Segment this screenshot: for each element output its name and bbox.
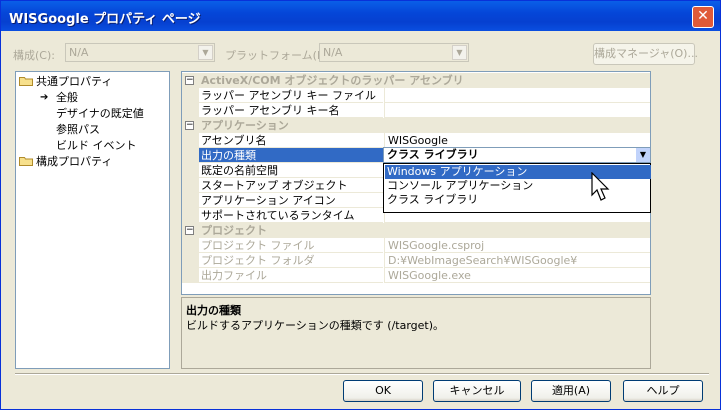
collapse-icon[interactable]: − xyxy=(185,76,194,85)
close-icon: ✕ xyxy=(697,8,709,24)
platform-label: プラットフォーム(P): xyxy=(225,49,332,62)
category-activex[interactable]: − ActiveX/COM オブジェクトのラッパー アセンブリ xyxy=(182,73,650,88)
ok-button[interactable]: OK xyxy=(343,380,423,402)
folder-icon xyxy=(19,157,33,166)
arrow-pointer-icon: ➔ xyxy=(40,92,49,103)
property-row[interactable]: アセンブリ名 WISGoogle xyxy=(182,133,650,148)
platform-combo[interactable]: N/A ▼ xyxy=(319,43,469,62)
collapse-icon[interactable]: − xyxy=(185,226,194,235)
mouse-cursor-icon xyxy=(591,172,610,201)
property-row[interactable]: 出力ファイル WISGoogle.exe xyxy=(182,268,650,283)
option-windows-app[interactable]: Windows アプリケーション xyxy=(385,165,651,179)
config-value: N/A xyxy=(69,46,89,59)
folder-icon xyxy=(19,77,33,86)
close-button[interactable]: ✕ xyxy=(692,6,714,28)
chevron-down-icon: ▼ xyxy=(452,45,467,60)
platform-value: N/A xyxy=(323,46,343,59)
property-row[interactable]: ラッパー アセンブリ キー名 xyxy=(182,103,650,118)
tree-item-reference-paths[interactable]: 参照パス xyxy=(16,122,166,137)
config-combo[interactable]: N/A ▼ xyxy=(65,43,215,62)
description-text: ビルドするアプリケーションの種類です (/target)。 xyxy=(186,319,445,332)
chevron-down-icon: ▼ xyxy=(198,45,213,60)
category-tree[interactable]: 共通プロパティ ➔ 全般 デザイナの既定値 参照パス ビルド イベント 構成プロ… xyxy=(15,71,170,369)
tree-node-common[interactable]: 共通プロパティ xyxy=(16,74,166,89)
property-row[interactable]: プロジェクト フォルダ D:¥WebImageSearch¥WISGoogle¥ xyxy=(182,253,650,268)
tree-item-general[interactable]: ➔ 全般 xyxy=(16,90,166,105)
apply-button[interactable]: 適用(A) xyxy=(531,380,611,402)
help-button[interactable]: ヘルプ xyxy=(623,380,703,402)
config-label: 構成(C): xyxy=(13,49,55,62)
cancel-button[interactable]: キャンセル xyxy=(433,380,521,402)
tree-item-designer-defaults[interactable]: デザイナの既定値 xyxy=(16,106,166,121)
property-row[interactable]: プロジェクト ファイル WISGoogle.csproj xyxy=(182,238,650,253)
tree-node-config-props[interactable]: 構成プロパティ xyxy=(16,154,166,169)
description-title: 出力の種類 xyxy=(186,304,241,317)
title-bar[interactable]: WISGoogle プロパティ ページ ✕ xyxy=(1,1,720,31)
property-row[interactable]: ラッパー アセンブリ キー ファイル xyxy=(182,88,650,103)
chevron-down-icon[interactable]: ▼ xyxy=(636,148,650,162)
property-pages-window: WISGoogle プロパティ ページ ✕ 構成(C): N/A ▼ プラットフ… xyxy=(0,0,721,410)
output-type-combo[interactable]: クラス ライブラリ ▼ xyxy=(383,147,651,163)
tree-item-build-events[interactable]: ビルド イベント xyxy=(16,138,166,153)
option-class-library[interactable]: クラス ライブラリ xyxy=(385,193,651,207)
description-panel: 出力の種類 ビルドするアプリケーションの種類です (/target)。 xyxy=(181,297,651,369)
category-application[interactable]: − アプリケーション xyxy=(182,118,650,133)
divider xyxy=(15,373,709,375)
window-title: WISGoogle プロパティ ページ xyxy=(9,12,201,27)
collapse-icon[interactable]: − xyxy=(185,121,194,130)
category-project[interactable]: − プロジェクト xyxy=(182,223,650,238)
output-type-value: クラス ライブラリ xyxy=(387,148,479,161)
config-manager-button[interactable]: 構成マネージャ(O)... xyxy=(593,43,698,65)
option-console-app[interactable]: コンソール アプリケーション xyxy=(385,179,651,193)
